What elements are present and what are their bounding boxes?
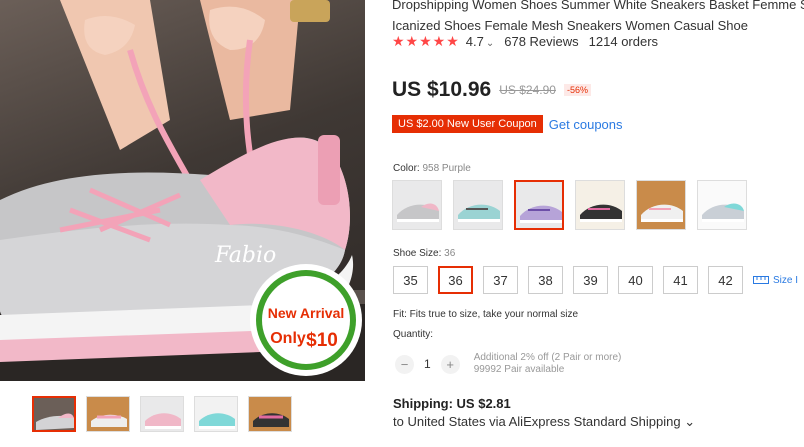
size-label: Shoe Size: 36 bbox=[393, 248, 456, 259]
color-swatch-6[interactable] bbox=[697, 180, 747, 230]
selected-size: 36 bbox=[444, 248, 456, 259]
coupon-row: US $2.00 New User Coupon Get coupons bbox=[392, 115, 623, 133]
color-swatch-1[interactable] bbox=[392, 180, 442, 230]
size-option[interactable]: 41 bbox=[663, 266, 698, 294]
size-option[interactable]: 42 bbox=[708, 266, 743, 294]
quantity-plus-button[interactable]: + bbox=[440, 354, 460, 374]
color-label: Color: 958 Purple bbox=[393, 163, 471, 174]
rating-row: ★★★★★ 4.7 ⌄ 678 Reviews 1214 orders bbox=[392, 33, 658, 50]
size-info-link[interactable]: Size I bbox=[753, 275, 798, 286]
orders-count: 1214 orders bbox=[588, 34, 659, 49]
selected-color: 958 Purple bbox=[422, 163, 471, 174]
ruler-icon bbox=[753, 276, 769, 284]
size-option[interactable]: 40 bbox=[618, 266, 653, 294]
size-options: 35 36 37 38 39 40 41 42 Size I bbox=[393, 266, 798, 294]
thumbnail-5[interactable] bbox=[248, 396, 292, 432]
badge-only: Only bbox=[270, 330, 306, 347]
thumbnail-1[interactable] bbox=[32, 396, 76, 432]
thumbnail-3[interactable] bbox=[140, 396, 184, 432]
color-swatch-5[interactable] bbox=[636, 180, 686, 230]
color-swatch-2[interactable] bbox=[453, 180, 503, 230]
get-coupons-link[interactable]: Get coupons bbox=[549, 117, 623, 132]
title-line-1: Dropshipping Women Shoes Summer White Sn… bbox=[392, 0, 804, 12]
shoe-brand-text: Fabio bbox=[214, 243, 276, 268]
quantity-minus-button[interactable]: − bbox=[395, 354, 414, 374]
current-price: US $10.96 bbox=[392, 78, 492, 101]
size-option[interactable]: 36 bbox=[438, 266, 473, 294]
thumbnail-strip bbox=[32, 396, 292, 432]
color-swatch-4[interactable] bbox=[575, 180, 625, 230]
rating-stars-icon: ★★★★★ bbox=[392, 33, 460, 49]
product-info: Dropshipping Women Shoes Summer White Sn… bbox=[392, 0, 804, 447]
size-option[interactable]: 37 bbox=[483, 266, 518, 294]
product-title: Dropshipping Women Shoes Summer White Sn… bbox=[392, 0, 804, 36]
size-option[interactable]: 38 bbox=[528, 266, 563, 294]
chevron-down-icon: ⌄ bbox=[485, 38, 495, 49]
fit-info: Fit: Fits true to size, take your normal… bbox=[393, 309, 579, 320]
quantity-label: Quantity: bbox=[393, 329, 434, 340]
price-row: US $10.96 US $24.90 -56% bbox=[392, 78, 591, 102]
badge-price: $10 bbox=[306, 330, 338, 351]
sneaker-photo: Fabio New Arrival Only $10 bbox=[0, 0, 365, 381]
thumbnail-2[interactable] bbox=[86, 396, 130, 432]
size-option[interactable]: 39 bbox=[573, 266, 608, 294]
shipping-cost: Shipping: US $2.81 bbox=[393, 396, 511, 411]
quantity-note: Additional 2% off (2 Pair or more) 99992… bbox=[473, 352, 622, 375]
thumbnail-4[interactable] bbox=[194, 396, 238, 432]
quantity-value[interactable]: 1 bbox=[424, 357, 431, 371]
reviews-count[interactable]: 678 Reviews bbox=[504, 34, 578, 49]
original-price: US $24.90 bbox=[499, 83, 556, 97]
new-user-coupon-badge: US $2.00 New User Coupon bbox=[392, 115, 543, 133]
discount-badge: -56% bbox=[563, 84, 591, 96]
main-product-image[interactable]: Fabio New Arrival Only $10 bbox=[0, 0, 365, 381]
size-option[interactable]: 35 bbox=[393, 266, 428, 294]
shipping-route[interactable]: to United States via AliExpress Standard… bbox=[393, 414, 695, 430]
rating-value[interactable]: 4.7 ⌄ bbox=[466, 34, 494, 49]
quantity-stepper: − 1 + Additional 2% off (2 Pair or more)… bbox=[395, 352, 621, 376]
badge-new-arrival: New Arrival bbox=[268, 305, 345, 321]
color-swatch-3[interactable] bbox=[514, 180, 564, 230]
color-options bbox=[392, 180, 747, 230]
product-gallery: Fabio New Arrival Only $10 bbox=[0, 0, 368, 447]
